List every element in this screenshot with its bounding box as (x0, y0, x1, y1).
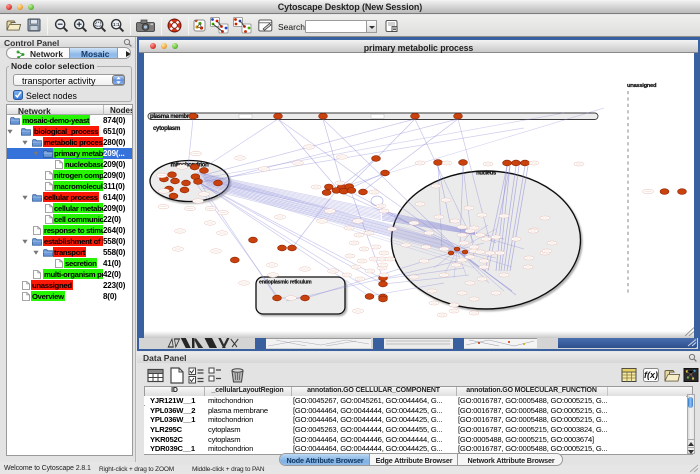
svg-text:nucleus: nucleus (476, 170, 496, 176)
svg-text:1:1: 1:1 (113, 22, 120, 27)
svg-text:f(x): f(x) (644, 370, 658, 380)
svg-text:endoplasmic reticulum: endoplasmic reticulum (259, 279, 312, 285)
svg-text:cytoplasm: cytoplasm (153, 126, 180, 132)
svg-text:unassigned: unassigned (627, 83, 657, 89)
